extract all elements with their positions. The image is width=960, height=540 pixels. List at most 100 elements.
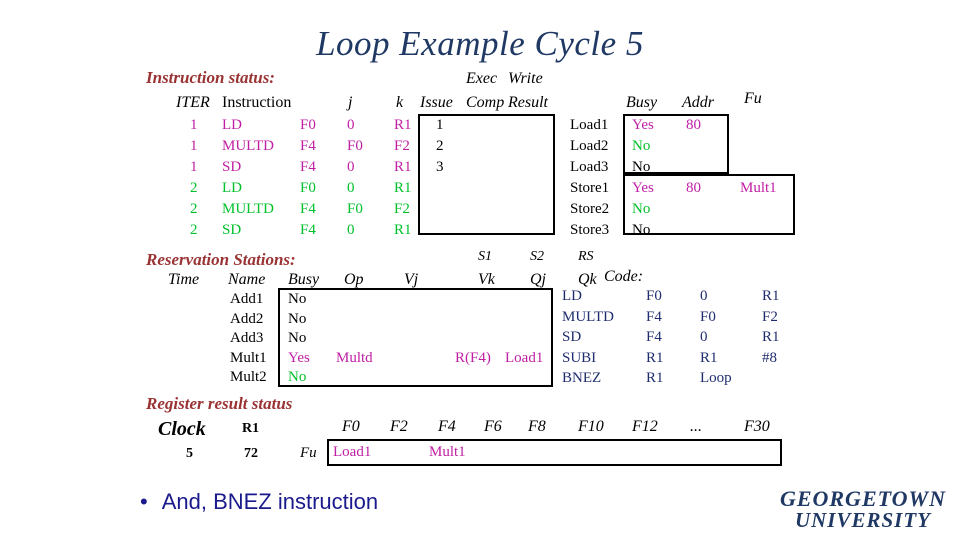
register-result-status-heading: Register result status: [146, 394, 293, 413]
fu-header: Fu: [744, 90, 762, 107]
instr-op: LD: [222, 117, 242, 133]
rs-busy-cell: No: [288, 311, 307, 327]
qj-header: Qj: [530, 271, 546, 288]
rs-busy-cell: Yes: [288, 350, 310, 366]
code-arg3: R1: [762, 329, 780, 345]
fu-addr-cell: 80: [686, 180, 701, 196]
code-arg1: R1: [646, 370, 664, 386]
result-header: Result: [508, 94, 548, 111]
fu-row-label: Load2: [570, 138, 609, 154]
fu-row-label: Store3: [570, 222, 610, 238]
bullet-line: • And, BNEZ instruction: [140, 489, 378, 515]
code-arg3: R1: [762, 288, 780, 304]
register-fu-cell: Mult1: [429, 444, 466, 460]
instruction-header: Instruction: [222, 94, 292, 111]
register-column-header: ...: [690, 418, 702, 435]
instr-op: MULTD: [222, 201, 274, 217]
register-column-header: F6: [484, 418, 502, 435]
code-arg1: F4: [646, 329, 662, 345]
instr-issue: 2: [436, 138, 444, 154]
reservation-stations-heading: Reservation Stations:: [146, 250, 296, 269]
register-column-header: F4: [438, 418, 456, 435]
instr-op: MULTD: [222, 138, 274, 154]
instr-j: F0: [347, 201, 363, 217]
rs-name-cell: Add3: [230, 330, 264, 346]
issue-header: Issue: [420, 94, 453, 111]
register-result-box: [327, 439, 782, 466]
r1-label: R1: [242, 421, 260, 436]
instr-k: R1: [394, 117, 412, 133]
qk-header: Qk: [578, 271, 597, 288]
rs-name-cell: Add2: [230, 311, 264, 327]
instr-issue: 3: [436, 159, 444, 175]
code-op: MULTD: [562, 309, 614, 325]
code-arg2: R1: [700, 350, 718, 366]
j-header: j: [348, 94, 353, 111]
instr-k: R1: [394, 222, 412, 238]
register-fu-label: Fu: [300, 445, 317, 461]
addr-header: Addr: [682, 94, 714, 111]
instr-iter: 1: [190, 159, 198, 175]
georgetown-logo: GEORGETOWN UNIVERSITY: [779, 486, 946, 532]
instr-dest: F4: [300, 138, 316, 154]
instr-j: 0: [347, 222, 355, 238]
k-header: k: [396, 94, 404, 111]
instr-op: SD: [222, 159, 242, 175]
instr-op: LD: [222, 180, 242, 196]
instr-dest: F4: [300, 222, 316, 238]
s1-header: S1: [478, 249, 492, 264]
vj-header: Vj: [404, 271, 419, 288]
rs-name-cell: Add1: [230, 291, 264, 307]
instr-k: F2: [394, 201, 410, 217]
fu-busy-cell: No: [632, 159, 651, 175]
register-column-header: F0: [342, 418, 360, 435]
code-arg3: F2: [762, 309, 778, 325]
bullet-text: And, BNEZ instruction: [161, 489, 379, 514]
instr-dest: F4: [300, 201, 316, 217]
instr-dest: F4: [300, 159, 316, 175]
rs-vk-cell: R(F4): [455, 350, 491, 366]
code-arg1: F0: [646, 288, 662, 304]
bullet-marker: •: [140, 489, 148, 514]
fu-row-label: Load1: [570, 117, 609, 133]
code-arg2: Loop: [700, 370, 732, 386]
logo-line-1: GEORGETOWN: [779, 486, 946, 511]
page-title: Loop Example Cycle 5: [316, 24, 644, 63]
s2-header: S2: [530, 249, 544, 264]
instr-iter: 2: [190, 180, 198, 196]
code-op: BNEZ: [562, 370, 602, 386]
fu-busy-cell: Yes: [632, 180, 654, 196]
rs-busy-cell: No: [288, 291, 307, 307]
register-column-header: F10: [578, 418, 604, 435]
name-header: Name: [228, 271, 266, 288]
op-header: Op: [344, 271, 364, 288]
register-column-header: F8: [528, 418, 546, 435]
rs-qj-cell: Load1: [505, 350, 544, 366]
rs-header: RS: [578, 249, 594, 264]
fu-row-label: Store2: [570, 201, 610, 217]
rs-op-cell: Multd: [336, 350, 373, 366]
r1-value: 72: [244, 446, 258, 461]
register-column-header: F30: [744, 418, 770, 435]
exec-header: Exec: [466, 70, 498, 87]
rs-busy-cell: No: [288, 369, 307, 385]
fu-addr-cell: 80: [686, 117, 701, 133]
register-fu-cell: Load1: [333, 444, 372, 460]
fu-unit-cell: Mult1: [740, 180, 777, 196]
instr-iter: 1: [190, 117, 198, 133]
write-header: Write: [508, 70, 543, 87]
clock-label: Clock: [158, 418, 206, 440]
fu-busy-cell: No: [632, 138, 651, 154]
instr-iter: 2: [190, 222, 198, 238]
code-op: LD: [562, 288, 582, 304]
code-heading: Code:: [604, 268, 644, 285]
fu-busy-cell: Yes: [632, 117, 654, 133]
instr-issue: 1: [436, 117, 444, 133]
rs-busy-header: Busy: [288, 271, 320, 288]
code-arg1: F4: [646, 309, 662, 325]
slide-canvas: Loop Example Cycle 5 Instruction status:…: [0, 0, 960, 540]
instr-dest: F0: [300, 117, 316, 133]
reservation-stations-box: [278, 288, 553, 387]
instr-j: 0: [347, 159, 355, 175]
comp-header: Comp: [466, 94, 505, 111]
